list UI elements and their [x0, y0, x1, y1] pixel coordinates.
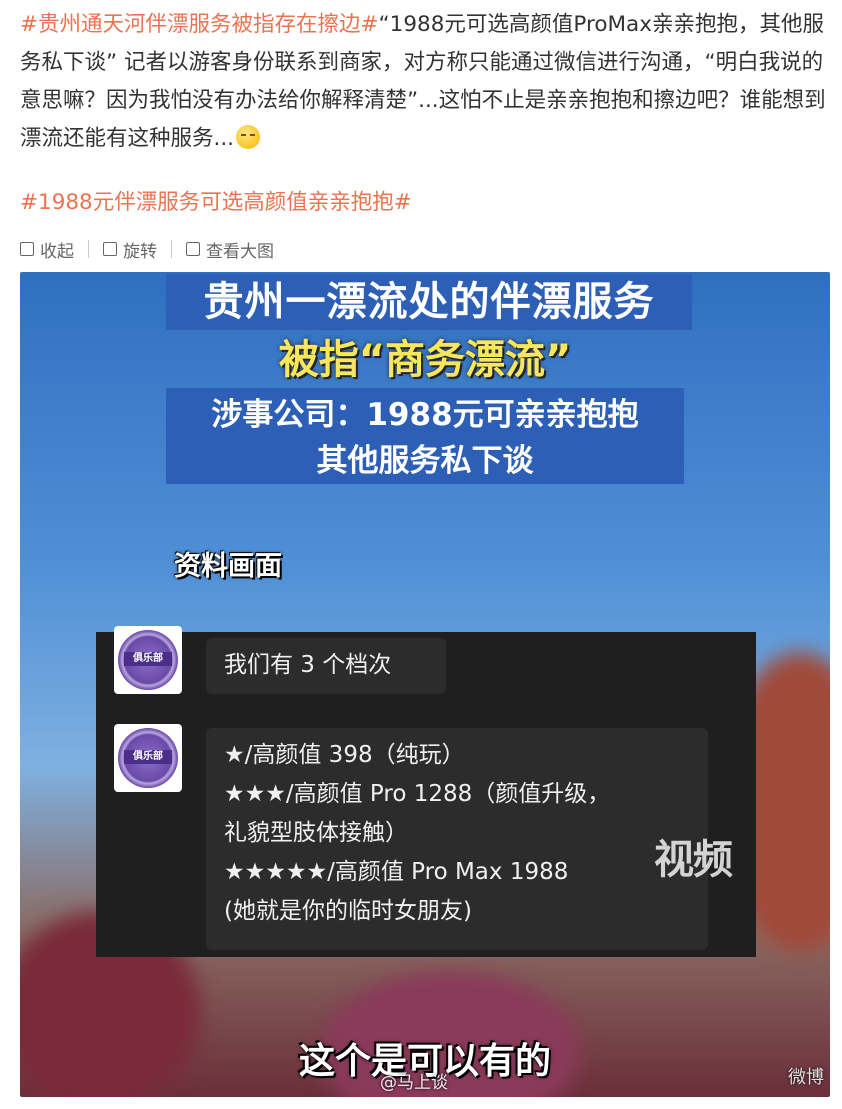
avatar: 俱乐部: [114, 626, 182, 694]
hashtag-link-second[interactable]: #1988元伴漂服务可选高颜值亲亲抱抱#: [20, 184, 412, 222]
view-large-icon: [186, 242, 200, 256]
rotate-button[interactable]: 旋转: [103, 237, 157, 262]
toolbar-divider: [88, 240, 89, 258]
archive-footage-label: 资料画面: [174, 551, 282, 582]
collapse-label: 收起: [40, 241, 74, 262]
chat-bubble-tiers: ★/高颜值 398（纯玩） ★★★/高颜值 Pro 1288（颜值升级， 礼貌型…: [206, 728, 708, 950]
image-toolbar: 收起 旋转 查看大图: [20, 232, 274, 266]
rotate-label: 旋转: [123, 241, 157, 262]
headline-banner: 贵州一漂流处的伴漂服务: [166, 274, 692, 330]
view-large-button[interactable]: 查看大图: [186, 237, 274, 262]
tier-line: 礼貌型肢体接触）: [224, 820, 408, 846]
headline-quote-box: 涉事公司：1988元可亲亲抱抱 其他服务私下谈: [166, 388, 684, 484]
source-credit: @马上谈: [380, 1073, 448, 1093]
avatar: 俱乐部: [114, 724, 182, 792]
headline-quote-line2: 其他服务私下谈: [316, 443, 534, 479]
avatar-label: 俱乐部: [124, 652, 172, 666]
headline-yellow: 被指“商务漂流”: [278, 337, 572, 383]
headline-quote-line1: 涉事公司：1988元可亲亲抱抱: [211, 397, 639, 433]
tier-line: ★/高颜值 398（纯玩）: [224, 742, 465, 768]
chat-screenshot: 俱乐部 我们有 3 个档次 俱乐部 ★/高颜值 398（纯玩） ★★★/高颜值 …: [96, 626, 756, 957]
rotate-icon: [103, 242, 117, 256]
tier-line: (她就是你的临时女朋友): [224, 898, 472, 924]
post-image[interactable]: 贵州一漂流处的伴漂服务 被指“商务漂流” 涉事公司：1988元可亲亲抱抱 其他服…: [20, 272, 830, 1097]
view-large-label: 查看大图: [206, 241, 274, 262]
sleepy-face-emoji-icon: [236, 125, 261, 149]
corner-watermark: 微博: [788, 1067, 824, 1088]
hashtag-link-main[interactable]: #贵州通天河伴漂服务被指存在擦边#: [20, 12, 379, 37]
collapse-icon: [20, 242, 34, 256]
post-text: #贵州通天河伴漂服务被指存在擦边#“1988元可选高颜值ProMax亲亲抱抱，其…: [20, 6, 828, 158]
collapse-button[interactable]: 收起: [20, 237, 74, 262]
chat-message: 我们有 3 个档次: [224, 652, 392, 678]
tier-line: ★★★/高颜值 Pro 1288（颜值升级，: [224, 781, 611, 807]
video-watermark: 视频: [654, 837, 733, 883]
chat-bubble: 我们有 3 个档次: [206, 638, 446, 694]
tier-line: ★★★★★/高颜值 Pro Max 1988: [224, 859, 569, 885]
toolbar-divider: [171, 240, 172, 258]
avatar-label: 俱乐部: [124, 750, 172, 764]
